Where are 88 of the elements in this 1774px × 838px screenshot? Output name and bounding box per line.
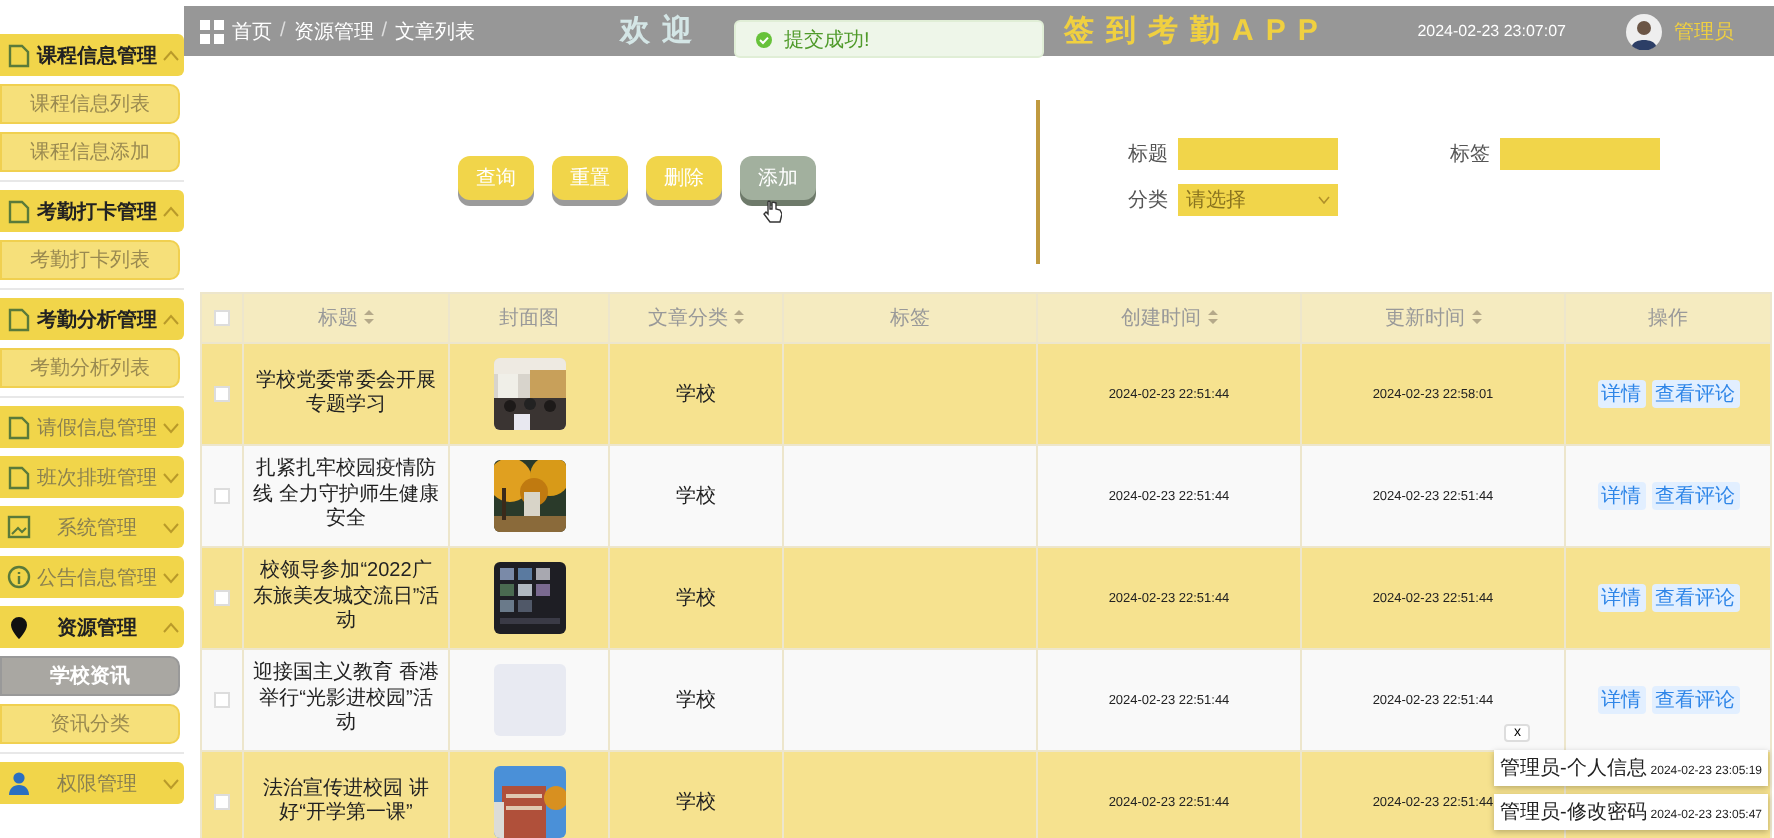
checkbox[interactable] [214,309,230,326]
breadcrumb-separator: / [381,20,388,42]
sidebar-item[interactable]: 课程信息管理 [0,34,184,76]
sidebar-subitem[interactable]: 考勤打卡列表 [0,240,180,280]
chevron-down-icon [162,777,180,789]
success-icon [756,31,772,47]
breadcrumb-link[interactable]: 资源管理 [293,17,374,45]
datetime: 2024-02-23 23:07:07 [1417,22,1566,40]
breadcrumb-link[interactable]: 首页 [232,17,272,45]
sidebar-item[interactable]: 班次排班管理 [0,456,184,498]
document-icon [6,42,32,68]
article-title: 校领导参加“2022广东旅美友城交流日”活动 [252,560,440,633]
user-icon [6,770,32,796]
table-cell: 学校 [676,792,716,814]
breadcrumb-separator: / [280,20,286,42]
table-cell: 学校 [676,486,716,508]
sidebar-subitem[interactable]: 考勤分析列表 [0,348,180,388]
chevron-up-icon [162,49,180,61]
hand-cursor-icon [762,200,782,224]
sidebar-item[interactable]: 资源管理 [0,606,184,648]
row-action-button[interactable]: 详情 [1597,584,1645,612]
row-action-button[interactable]: 详情 [1597,686,1645,714]
avatar-icon [1626,13,1662,49]
column-header[interactable]: 更新时间 [1385,308,1465,330]
chevron-down-icon [162,571,180,583]
chevron-down-icon [162,521,180,533]
field-label: 标题 [1128,141,1168,168]
column-header[interactable]: 创建时间 [1121,308,1201,330]
sidebar-item[interactable]: 权限管理 [0,762,184,804]
sidebar-item[interactable]: 考勤分析管理 [0,298,184,340]
toast-message: 提交成功! [784,27,870,53]
grid-icon [200,19,224,43]
article-title: 迎接国主义教育 香港举行“光影进校园”活动 [253,662,439,735]
article-title: 扎紧扎牢校园疫情防线 全力守护师生健康安全 [253,458,439,531]
input-field[interactable] [1500,138,1660,170]
column-header[interactable]: 标签 [890,308,930,330]
row-action-button[interactable]: 查看评论 [1651,482,1739,510]
sidebar-item[interactable]: 系统管理 [0,506,184,548]
chevron-up-icon [162,205,180,217]
chevron-up-icon [162,313,180,325]
chevron-down-icon [162,471,180,483]
column-header[interactable]: 封面图 [499,308,559,330]
sidebar-item[interactable]: 公告信息管理 [0,556,184,598]
chevron-up-icon [162,621,180,633]
checkbox[interactable] [214,386,230,402]
document-icon [6,306,32,332]
row-action-button[interactable]: 查看评论 [1651,686,1739,714]
checkbox[interactable] [214,692,230,708]
action-button[interactable]: 删除 [646,156,722,200]
document-icon [6,464,32,490]
select-field[interactable]: 请选择 [1178,184,1338,216]
info-icon [6,564,32,590]
table-cell: 学校 [676,384,716,406]
sidebar-subitem[interactable]: 学校资讯 [0,656,180,696]
app-title: 欢迎 [620,12,704,50]
chevron-down-icon [1318,196,1330,204]
checkbox[interactable] [214,794,230,810]
sidebar-item[interactable]: 请假信息管理 [0,406,184,448]
input-field[interactable] [1178,138,1338,170]
row-action-button[interactable]: 详情 [1597,482,1645,510]
row-action-button[interactable]: 查看评论 [1651,380,1739,408]
article-title: 学校党委常委会开展专题学习 [256,369,436,416]
pin-icon [6,614,32,640]
breadcrumb-link[interactable]: 文章列表 [395,17,476,45]
field-label: 分类 [1128,187,1168,214]
action-button[interactable]: 添加 [740,156,816,200]
column-header[interactable]: 标题 [318,308,358,330]
column-header[interactable]: 操作 [1648,308,1688,330]
checkbox[interactable] [214,488,230,504]
action-button[interactable]: 重置 [552,156,628,200]
user-name[interactable]: 管理员 [1674,17,1734,45]
document-icon [6,198,32,224]
document-icon [6,414,32,440]
field-label: 标签 [1450,141,1490,168]
chevron-down-icon [162,421,180,433]
sidebar-subitem[interactable]: 课程信息列表 [0,84,180,124]
action-button[interactable]: 查询 [458,156,534,200]
table-cell: 学校 [676,690,716,712]
sidebar-subitem[interactable]: 资讯分类 [0,704,180,744]
image-icon [6,514,32,540]
table-cell: 学校 [676,588,716,610]
sidebar-subitem[interactable]: 课程信息添加 [0,132,180,172]
row-action-button[interactable]: 查看评论 [1651,584,1739,612]
app-title: 签到考勤APP [1064,12,1330,50]
row-action-button[interactable]: 详情 [1597,380,1645,408]
sidebar-item[interactable]: 考勤打卡管理 [0,190,184,232]
checkbox[interactable] [214,590,230,606]
article-title: 法治宣传进校园 讲好“开学第一课” [263,777,429,824]
